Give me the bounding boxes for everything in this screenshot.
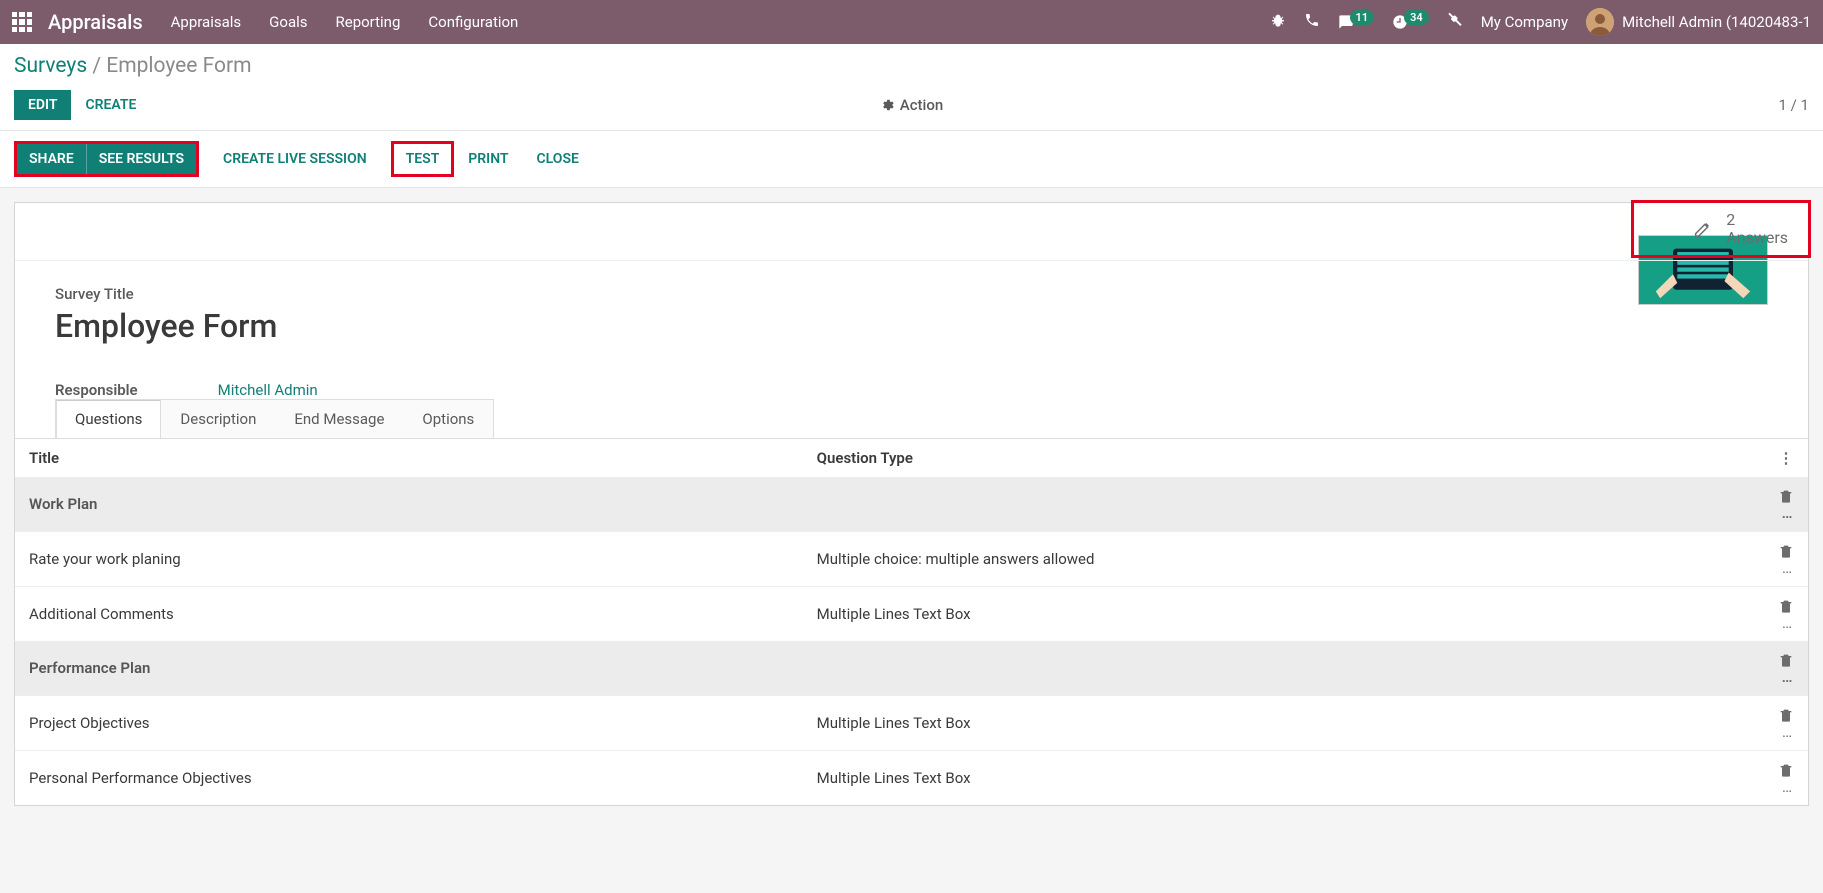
activity-icon[interactable]: 34 [1392, 14, 1429, 30]
brand-title[interactable]: Appraisals [48, 10, 143, 34]
bug-icon[interactable] [1270, 12, 1286, 32]
tools-icon[interactable] [1447, 12, 1463, 32]
col-title[interactable]: Title [15, 439, 803, 477]
user-menu[interactable]: Mitchell Admin (14020483-1 [1586, 8, 1811, 36]
breadcrumb-bar: Surveys / Employee Form [0, 44, 1823, 78]
row-delete-icon[interactable]: … [1764, 532, 1808, 587]
create-live-session-button[interactable]: CREATE LIVE SESSION [209, 144, 381, 174]
survey-title: Employee Form [55, 307, 1768, 345]
cell-title: Project Objectives [15, 696, 803, 751]
responsible-label: Responsible [55, 381, 138, 399]
user-label: Mitchell Admin (14020483-1 [1622, 13, 1811, 31]
survey-title-label: Survey Title [55, 285, 1768, 303]
table-section[interactable]: Work Plan… [15, 477, 1808, 532]
table-section[interactable]: Performance Plan… [15, 641, 1808, 696]
row-delete-icon[interactable]: … [1764, 696, 1808, 751]
menu-reporting[interactable]: Reporting [336, 13, 401, 31]
answers-label: Answers [1726, 229, 1788, 247]
crumb-parent[interactable]: Surveys [14, 54, 87, 78]
table-row[interactable]: Additional CommentsMultiple Lines Text B… [15, 587, 1808, 642]
avatar [1586, 8, 1614, 36]
status-bar: SHARE SEE RESULTS CREATE LIVE SESSION TE… [0, 131, 1823, 188]
row-delete-icon[interactable]: … [1764, 751, 1808, 806]
cell-type: Multiple choice: multiple answers allowe… [803, 532, 1764, 587]
action-row: EDIT CREATE Action 1 / 1 [0, 78, 1823, 131]
tab-options[interactable]: Options [403, 400, 493, 438]
cell-title: Rate your work planing [15, 532, 803, 587]
cell-type: Multiple Lines Text Box [803, 696, 1764, 751]
top-right: 11 34 My Company Mitchell Admin (1402048… [1270, 8, 1811, 36]
menu-goals[interactable]: Goals [269, 13, 307, 31]
section-title: Work Plan [15, 477, 1764, 532]
row-delete-icon[interactable]: … [1764, 641, 1808, 696]
create-button[interactable]: CREATE [71, 90, 150, 120]
top-nav: Appraisals Appraisals Goals Reporting Co… [0, 0, 1823, 44]
apps-icon[interactable] [12, 12, 32, 32]
chat-badge: 11 [1350, 10, 1375, 25]
row-delete-icon[interactable]: … [1764, 477, 1808, 532]
tab-end-message[interactable]: End Message [275, 400, 403, 438]
company-name[interactable]: My Company [1481, 13, 1568, 31]
cell-type: Multiple Lines Text Box [803, 751, 1764, 806]
table-row[interactable]: Project ObjectivesMultiple Lines Text Bo… [15, 696, 1808, 751]
action-dropdown[interactable]: Action [880, 96, 943, 114]
table-row[interactable]: Personal Performance ObjectivesMultiple … [15, 751, 1808, 806]
tab-questions[interactable]: Questions [56, 400, 161, 438]
see-results-button[interactable]: SEE RESULTS [86, 144, 196, 174]
answers-stat-box[interactable]: 2 Answers [1631, 200, 1811, 258]
edit-icon [1692, 218, 1714, 240]
answers-count: 2 [1726, 211, 1788, 229]
phone-icon[interactable] [1304, 12, 1320, 32]
menu-configuration[interactable]: Configuration [428, 13, 518, 31]
cell-title: Additional Comments [15, 587, 803, 642]
section-title: Performance Plan [15, 641, 1764, 696]
edit-button[interactable]: EDIT [14, 90, 71, 120]
table-row[interactable]: Rate your work planingMultiple choice: m… [15, 532, 1808, 587]
form-sheet: 2 Answers Survey Title Employee Form Res… [14, 202, 1809, 806]
test-button[interactable]: TEST [396, 144, 450, 174]
print-button[interactable]: PRINT [454, 144, 522, 174]
tabs: Questions Description End Message Option… [55, 399, 494, 438]
menu-appraisals[interactable]: Appraisals [171, 13, 242, 31]
breadcrumb: Surveys / Employee Form [14, 54, 1809, 78]
col-menu-icon[interactable]: ⋮ [1764, 439, 1808, 477]
close-button[interactable]: CLOSE [523, 144, 593, 174]
col-question-type[interactable]: Question Type [803, 439, 1764, 477]
questions-table: Title Question Type ⋮ Work Plan…Rate you… [15, 438, 1808, 805]
responsible-value[interactable]: Mitchell Admin [218, 381, 318, 399]
pager[interactable]: 1 / 1 [1779, 96, 1810, 114]
chat-icon[interactable]: 11 [1338, 14, 1375, 30]
cell-type: Multiple Lines Text Box [803, 587, 1764, 642]
main-menu: Appraisals Goals Reporting Configuration [171, 13, 519, 31]
crumb-current: Employee Form [106, 54, 251, 78]
cell-title: Personal Performance Objectives [15, 751, 803, 806]
share-button[interactable]: SHARE [17, 144, 86, 174]
tab-description[interactable]: Description [161, 400, 275, 438]
activity-badge: 34 [1404, 10, 1429, 25]
row-delete-icon[interactable]: … [1764, 587, 1808, 642]
